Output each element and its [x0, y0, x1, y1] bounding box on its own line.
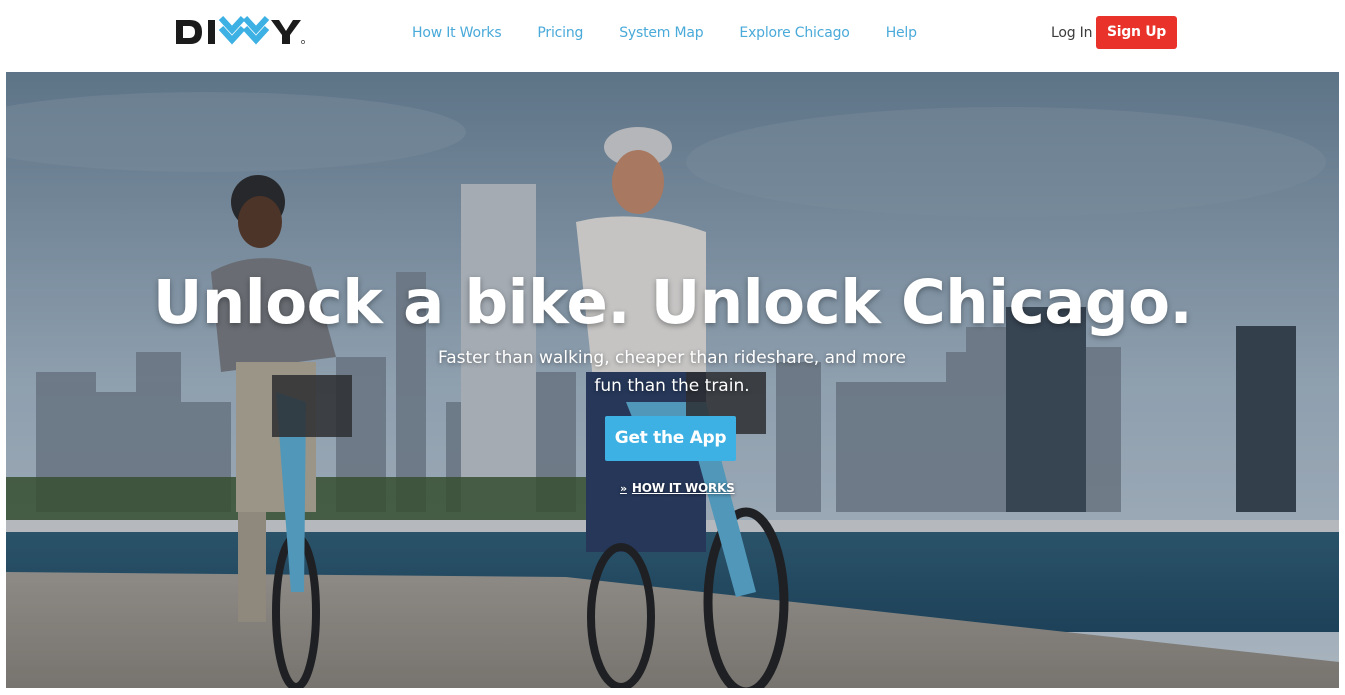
site-header: How It Works Pricing System Map Explore … [0, 0, 1345, 72]
nav-help[interactable]: Help [886, 22, 917, 44]
login-link[interactable]: Log In [1051, 22, 1092, 44]
hero-subheadline: Faster than walking, cheaper than ridesh… [437, 348, 907, 396]
hero-banner: Unlock a bike. Unlock Chicago. Faster th… [6, 72, 1339, 688]
divvy-logo[interactable] [172, 12, 307, 52]
nav-how-it-works[interactable]: How It Works [412, 22, 502, 44]
nav-pricing[interactable]: Pricing [537, 22, 583, 44]
how-it-works-label: HOW IT WORKS [631, 481, 735, 495]
page: How It Works Pricing System Map Explore … [0, 0, 1345, 695]
double-chevron-right-icon: » [620, 482, 627, 495]
get-the-app-button[interactable]: Get the App [605, 416, 736, 461]
signup-button[interactable]: Sign Up [1096, 16, 1177, 49]
main-nav: How It Works Pricing System Map Explore … [412, 22, 953, 44]
how-it-works-link[interactable]: » HOW IT WORKS [620, 479, 735, 497]
hero-headline: Unlock a bike. Unlock Chicago. [152, 267, 1193, 338]
nav-system-map[interactable]: System Map [619, 22, 703, 44]
nav-explore-chicago[interactable]: Explore Chicago [739, 22, 849, 44]
